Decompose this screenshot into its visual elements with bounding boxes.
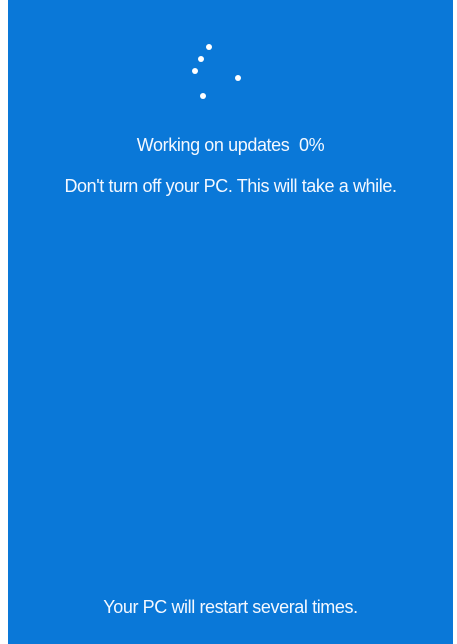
spinner-dot — [206, 44, 212, 50]
spinner-dot — [235, 75, 241, 81]
progress-label: Working on updates — [136, 135, 290, 155]
spinner-dot — [198, 56, 204, 62]
warning-message: Don't turn off your PC. This will take a… — [64, 176, 397, 196]
spinner-dot — [200, 93, 206, 99]
progress-message: Working on updates 0% — [8, 135, 453, 156]
spinner-dot — [192, 68, 198, 74]
restart-message: Your PC will restart several times. — [103, 597, 358, 617]
update-screen: Working on updates 0% Don't turn off you… — [8, 0, 453, 644]
progress-percent: 0% — [298, 135, 325, 155]
loading-spinner-icon — [178, 36, 248, 106]
